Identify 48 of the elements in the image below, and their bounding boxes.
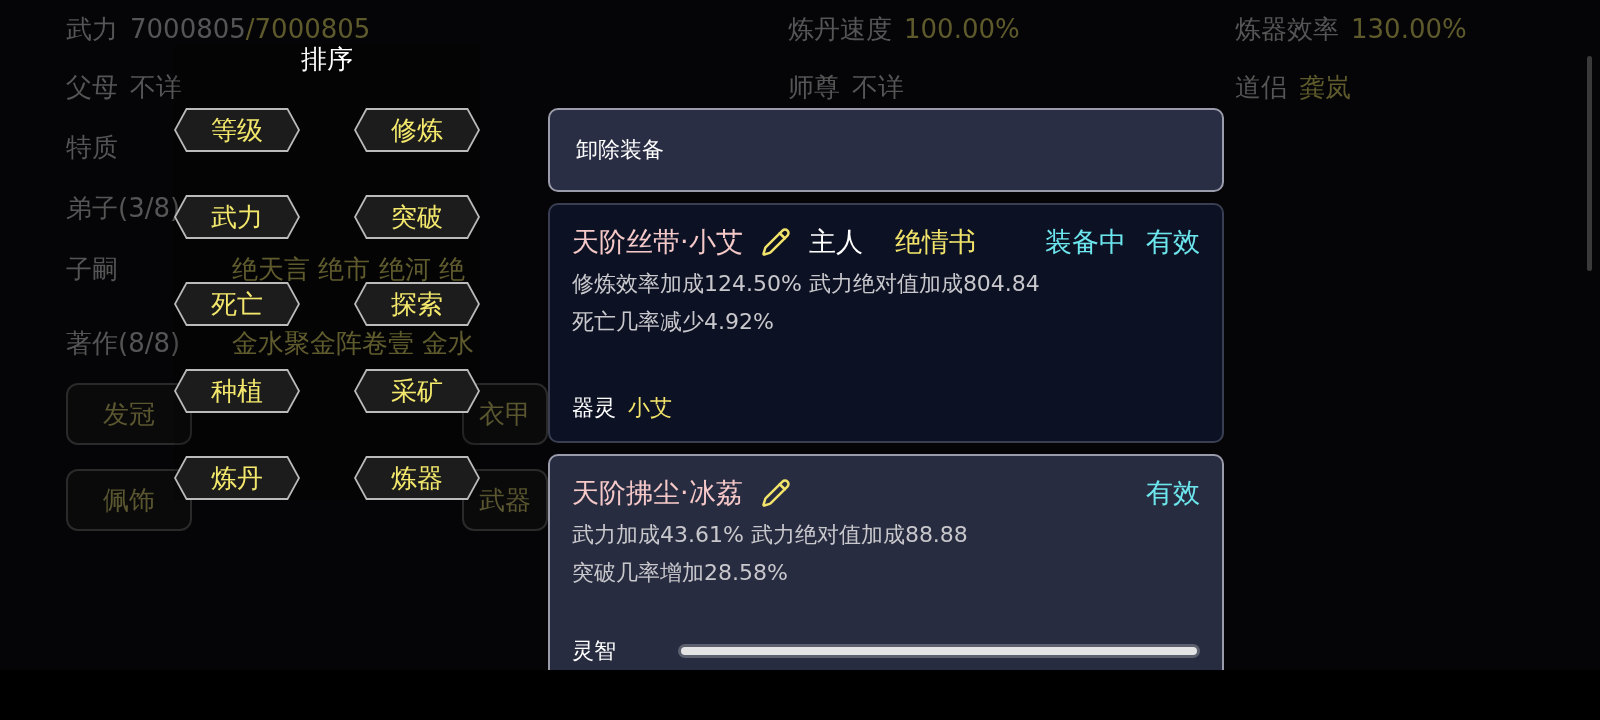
sort-option-button[interactable]: 死亡 xyxy=(174,282,300,326)
info-label: 著作(8/8) xyxy=(66,330,181,356)
effect-text: 修炼效率加成124.50% 武力绝对值加成804.84 xyxy=(572,270,1041,298)
intellect-label: 灵智 xyxy=(572,637,616,665)
spirit-label: 器灵 xyxy=(572,394,616,422)
stat-value: 100.00% xyxy=(904,14,1020,44)
sort-option-button[interactable]: 炼器 xyxy=(354,456,480,500)
sort-option-button[interactable]: 突破 xyxy=(354,195,480,239)
valid-status: 有效 xyxy=(1146,225,1200,259)
item-name: 天阶丝带·小艾 xyxy=(572,225,743,259)
info-value: 绝天言 绝市 绝河 绝 xyxy=(232,255,466,282)
stat-value: 7000805 xyxy=(130,14,246,44)
stat-max-value: /7000805 xyxy=(245,14,371,44)
sort-option-button[interactable]: 种植 xyxy=(174,369,300,413)
stat-label: 师尊 xyxy=(788,70,840,104)
scrollbar[interactable] xyxy=(1587,56,1592,271)
equipped-status: 装备中 xyxy=(1045,225,1126,259)
valid-status: 有效 xyxy=(1146,476,1200,510)
spirit-name: 小艾 xyxy=(628,394,672,422)
stat-value: 不详 xyxy=(130,70,182,104)
owner-label: 主人 xyxy=(808,225,863,259)
stat-label: 道侣 xyxy=(1235,70,1287,104)
sort-option-button[interactable]: 采矿 xyxy=(354,369,480,413)
unequip-button[interactable]: 卸除装备 xyxy=(548,108,1224,192)
effect-text: 武力加成43.61% 武力绝对值加成88.88 xyxy=(572,521,969,549)
info-label: 子嗣 xyxy=(66,255,118,282)
stat-value: 龚岚 xyxy=(1299,70,1351,104)
sort-title: 排序 xyxy=(301,44,353,76)
stat-value: 不详 xyxy=(852,70,904,104)
effect-text: 死亡几率减少4.92% xyxy=(572,308,775,336)
info-label: 特质 xyxy=(66,133,118,160)
equipment-card[interactable]: 天阶丝带·小艾 主人 绝情书 装备中 有效 修炼效率加成124.50% 武力绝对值加成804.84 死亡几率减少4.92% 器灵 小艾 xyxy=(548,203,1224,443)
owner-name: 绝情书 xyxy=(894,225,976,259)
pencil-icon[interactable] xyxy=(760,478,791,508)
equipment-card[interactable]: 天阶拂尘·冰荔 有效 武力加成43.61% 武力绝对值加成88.88 突破几率增加28.58% 灵智 xyxy=(548,454,1224,670)
sort-option-button[interactable]: 修炼 xyxy=(354,108,480,152)
stat-label: 炼丹速度 xyxy=(788,12,892,46)
info-value: 金水聚金阵卷壹 金水 xyxy=(232,330,476,356)
item-name: 天阶拂尘·冰荔 xyxy=(572,476,743,510)
stat-label: 炼器效率 xyxy=(1235,12,1339,46)
sort-option-button[interactable]: 炼丹 xyxy=(174,456,300,500)
effect-text: 突破几率增加28.58% xyxy=(572,559,789,587)
stat-value: 130.00% xyxy=(1351,14,1467,44)
stat-label: 武力 xyxy=(66,12,118,46)
sort-option-button[interactable]: 等级 xyxy=(174,108,300,152)
stat-label: 父母 xyxy=(66,70,118,104)
pencil-icon[interactable] xyxy=(760,227,791,257)
sort-option-button[interactable]: 探索 xyxy=(354,282,480,326)
